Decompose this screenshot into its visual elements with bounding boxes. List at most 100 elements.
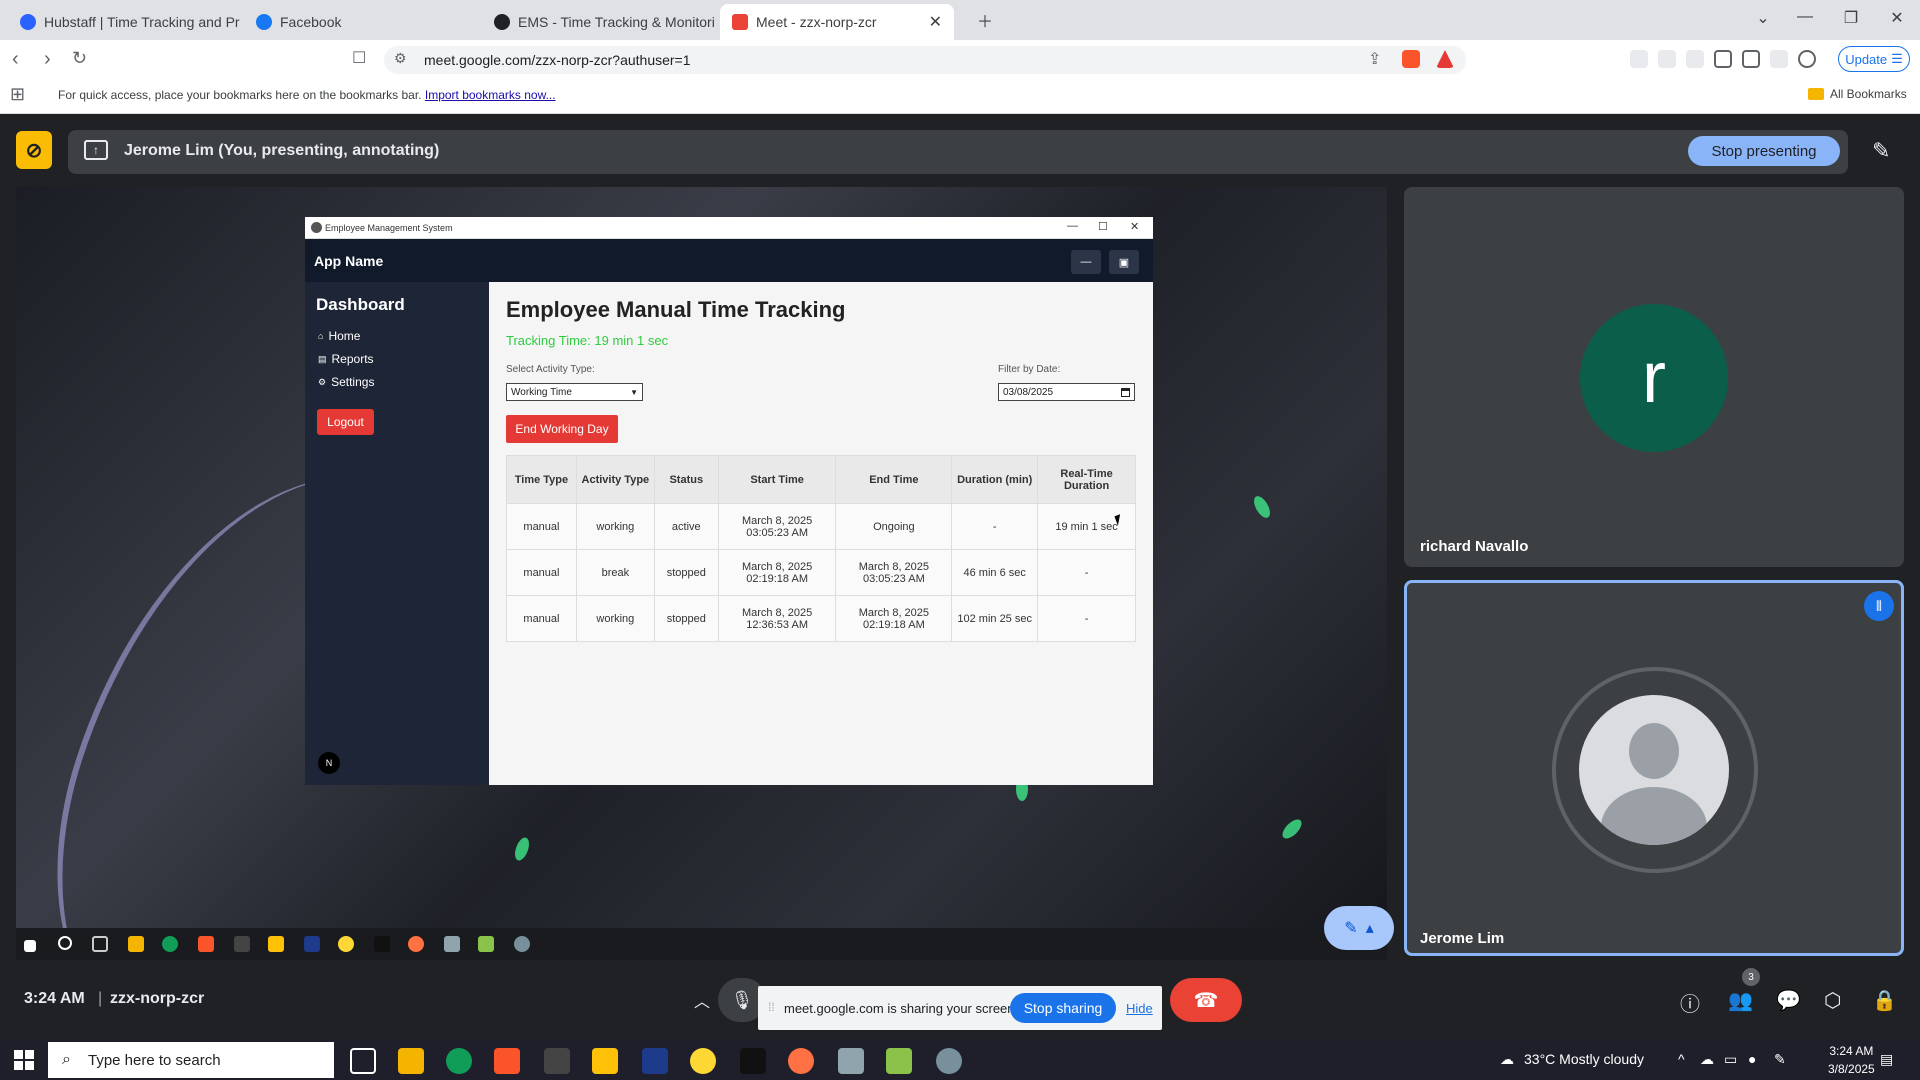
apps-grid-icon[interactable]: ⊞ bbox=[10, 84, 25, 105]
chevron-down-icon: ▼ bbox=[630, 387, 638, 397]
ems-maximize-icon[interactable]: ☐ bbox=[1098, 220, 1108, 233]
bookmark-icon[interactable]: ☐ bbox=[352, 48, 366, 68]
close-tab-icon[interactable]: ✕ bbox=[929, 12, 942, 32]
share-icon[interactable]: ⇪ bbox=[1368, 49, 1381, 69]
site-info-icon[interactable]: ⚙ bbox=[394, 50, 407, 67]
host-controls-icon[interactable]: 🔒 bbox=[1872, 988, 1897, 1013]
weather-text[interactable]: 33°C Mostly cloudy bbox=[1524, 1051, 1644, 1067]
vscode-icon[interactable] bbox=[642, 1048, 668, 1074]
extension-icon[interactable] bbox=[1630, 50, 1648, 68]
app-icon[interactable] bbox=[690, 1048, 716, 1074]
reload-icon[interactable]: ↻ bbox=[72, 48, 87, 69]
home-icon: ⌂ bbox=[318, 331, 324, 341]
tab-label: Facebook bbox=[280, 14, 342, 30]
tab-search-icon[interactable]: ⌄ bbox=[1740, 8, 1786, 28]
meeting-info-icon[interactable]: ⓘ bbox=[1680, 988, 1700, 1017]
leave-call-button[interactable]: ☎ bbox=[1170, 978, 1242, 1022]
update-button[interactable]: Update ☰ bbox=[1838, 46, 1910, 72]
all-bookmarks[interactable]: All Bookmarks bbox=[1808, 87, 1907, 101]
app-icon[interactable] bbox=[838, 1048, 864, 1074]
onedrive-icon[interactable]: ☁ bbox=[1700, 1051, 1714, 1068]
sidebar-item-settings[interactable]: ⚙ Settings bbox=[318, 375, 374, 389]
col-time-type: Time Type bbox=[506, 455, 577, 504]
vpn-icon[interactable] bbox=[1798, 50, 1816, 68]
cell: - bbox=[1037, 549, 1136, 596]
app-icon[interactable] bbox=[740, 1048, 766, 1074]
chat-icon[interactable]: 💬 bbox=[1776, 988, 1801, 1013]
drag-handle-icon[interactable]: ⁞⁞ bbox=[768, 1000, 775, 1014]
network-icon[interactable]: ▭ bbox=[1724, 1051, 1737, 1068]
edge-icon[interactable] bbox=[446, 1048, 472, 1074]
sidebar-item-home[interactable]: ⌂ Home bbox=[318, 329, 360, 343]
settings-icon: ⚙ bbox=[318, 376, 327, 387]
tab-meet[interactable]: Meet - zzx-norp-zcr ✕ bbox=[720, 4, 954, 40]
cell: March 8, 2025 03:05:23 AM bbox=[717, 503, 837, 550]
ems-window: Employee Management System — ☐ ✕ App Nam… bbox=[305, 217, 1153, 785]
stop-sharing-button[interactable]: Stop sharing bbox=[1010, 993, 1116, 1023]
end-working-day-button[interactable]: End Working Day bbox=[506, 415, 618, 443]
taskbar-search[interactable]: ⌕ Type here to search bbox=[48, 1042, 334, 1078]
file-explorer-icon[interactable] bbox=[398, 1048, 424, 1074]
puzzle-icon[interactable] bbox=[1686, 50, 1704, 68]
translate-icon[interactable] bbox=[1658, 50, 1676, 68]
app-icon bbox=[478, 936, 494, 952]
back-icon[interactable]: ‹ bbox=[12, 48, 19, 71]
app-icon[interactable] bbox=[886, 1048, 912, 1074]
mic-tray-icon[interactable]: ● bbox=[1748, 1051, 1756, 1067]
close-window-icon[interactable]: ✕ bbox=[1874, 8, 1920, 28]
activity-type-select[interactable]: Working Time ▼ bbox=[506, 383, 643, 401]
cell: stopped bbox=[653, 549, 719, 596]
tab-hubstaff[interactable]: Hubstaff | Time Tracking and Produ bbox=[8, 4, 240, 40]
brave-shield-icon[interactable] bbox=[1402, 50, 1420, 68]
search-placeholder: Type here to search bbox=[88, 1051, 221, 1069]
leo-icon[interactable] bbox=[1770, 50, 1788, 68]
calendar-icon[interactable] bbox=[1121, 387, 1130, 397]
tab-ems[interactable]: EMS - Time Tracking & Monitoring bbox=[482, 4, 714, 40]
sticky-notes-icon[interactable] bbox=[592, 1048, 618, 1074]
n-badge[interactable]: N bbox=[318, 752, 340, 774]
cell: break bbox=[575, 549, 655, 596]
stop-camera-icon[interactable]: ⊘ bbox=[16, 131, 52, 169]
sidebar-icon[interactable] bbox=[1714, 50, 1732, 68]
pen-tray-icon[interactable]: ✎ bbox=[1774, 1051, 1786, 1068]
import-bookmarks-link[interactable]: Import bookmarks now... bbox=[425, 88, 556, 102]
people-icon[interactable]: 👥 bbox=[1728, 988, 1753, 1013]
app-icon[interactable] bbox=[544, 1048, 570, 1074]
url-text[interactable]: meet.google.com/zzx-norp-zcr?authuser=1 bbox=[424, 52, 691, 68]
annotation-tools-button[interactable]: ✎ ▴ bbox=[1324, 906, 1394, 950]
header-toolbox-button[interactable]: ▣ bbox=[1109, 250, 1139, 274]
restore-icon[interactable]: ❐ bbox=[1828, 8, 1874, 28]
ems-close-icon[interactable]: ✕ bbox=[1130, 220, 1139, 233]
date-filter-input[interactable]: 03/08/2025 bbox=[998, 383, 1135, 401]
sidebar-item-reports[interactable]: ▤ Reports bbox=[318, 352, 374, 366]
taskbar-clock[interactable]: 3:24 AM 3/8/2025 bbox=[1828, 1042, 1875, 1078]
app-icon[interactable] bbox=[788, 1048, 814, 1074]
minimize-icon[interactable]: — bbox=[1782, 8, 1828, 26]
annotate-pencil-icon[interactable]: ✎ bbox=[1872, 138, 1890, 164]
col-end-time: End Time bbox=[835, 455, 953, 504]
notifications-icon[interactable]: ▤ bbox=[1880, 1051, 1893, 1068]
sidebar-item-label: Settings bbox=[331, 375, 375, 389]
table-row: manual break stopped March 8, 2025 02:19… bbox=[506, 549, 1136, 596]
stop-presenting-button[interactable]: Stop presenting bbox=[1688, 136, 1840, 166]
wallet-icon[interactable] bbox=[1742, 50, 1760, 68]
start-icon[interactable] bbox=[14, 1050, 34, 1070]
new-tab-icon[interactable]: ＋ bbox=[962, 8, 1008, 32]
brave-icon[interactable] bbox=[494, 1048, 520, 1074]
ems-minimize-icon[interactable]: — bbox=[1067, 220, 1078, 232]
hide-link[interactable]: Hide bbox=[1126, 1001, 1153, 1016]
bookmarks-prompt: For quick access, place your bookmarks h… bbox=[58, 88, 556, 102]
forward-icon[interactable]: › bbox=[44, 48, 51, 71]
show-hidden-icons[interactable]: ^ bbox=[1678, 1051, 1685, 1067]
avatar: r bbox=[1580, 304, 1728, 452]
activities-icon[interactable]: ⬡ bbox=[1824, 988, 1841, 1013]
weather-icon[interactable]: ☁ bbox=[1500, 1051, 1514, 1068]
wallpaper-leaf bbox=[1279, 816, 1305, 842]
task-view-icon[interactable] bbox=[350, 1048, 376, 1074]
menu-icon: ☰ bbox=[1891, 51, 1903, 66]
windows-icon bbox=[24, 940, 36, 952]
logout-button[interactable]: Logout bbox=[317, 409, 374, 435]
header-minus-button[interactable]: — bbox=[1071, 250, 1101, 274]
tab-facebook[interactable]: Facebook bbox=[244, 4, 476, 40]
settings-icon[interactable] bbox=[936, 1048, 962, 1074]
